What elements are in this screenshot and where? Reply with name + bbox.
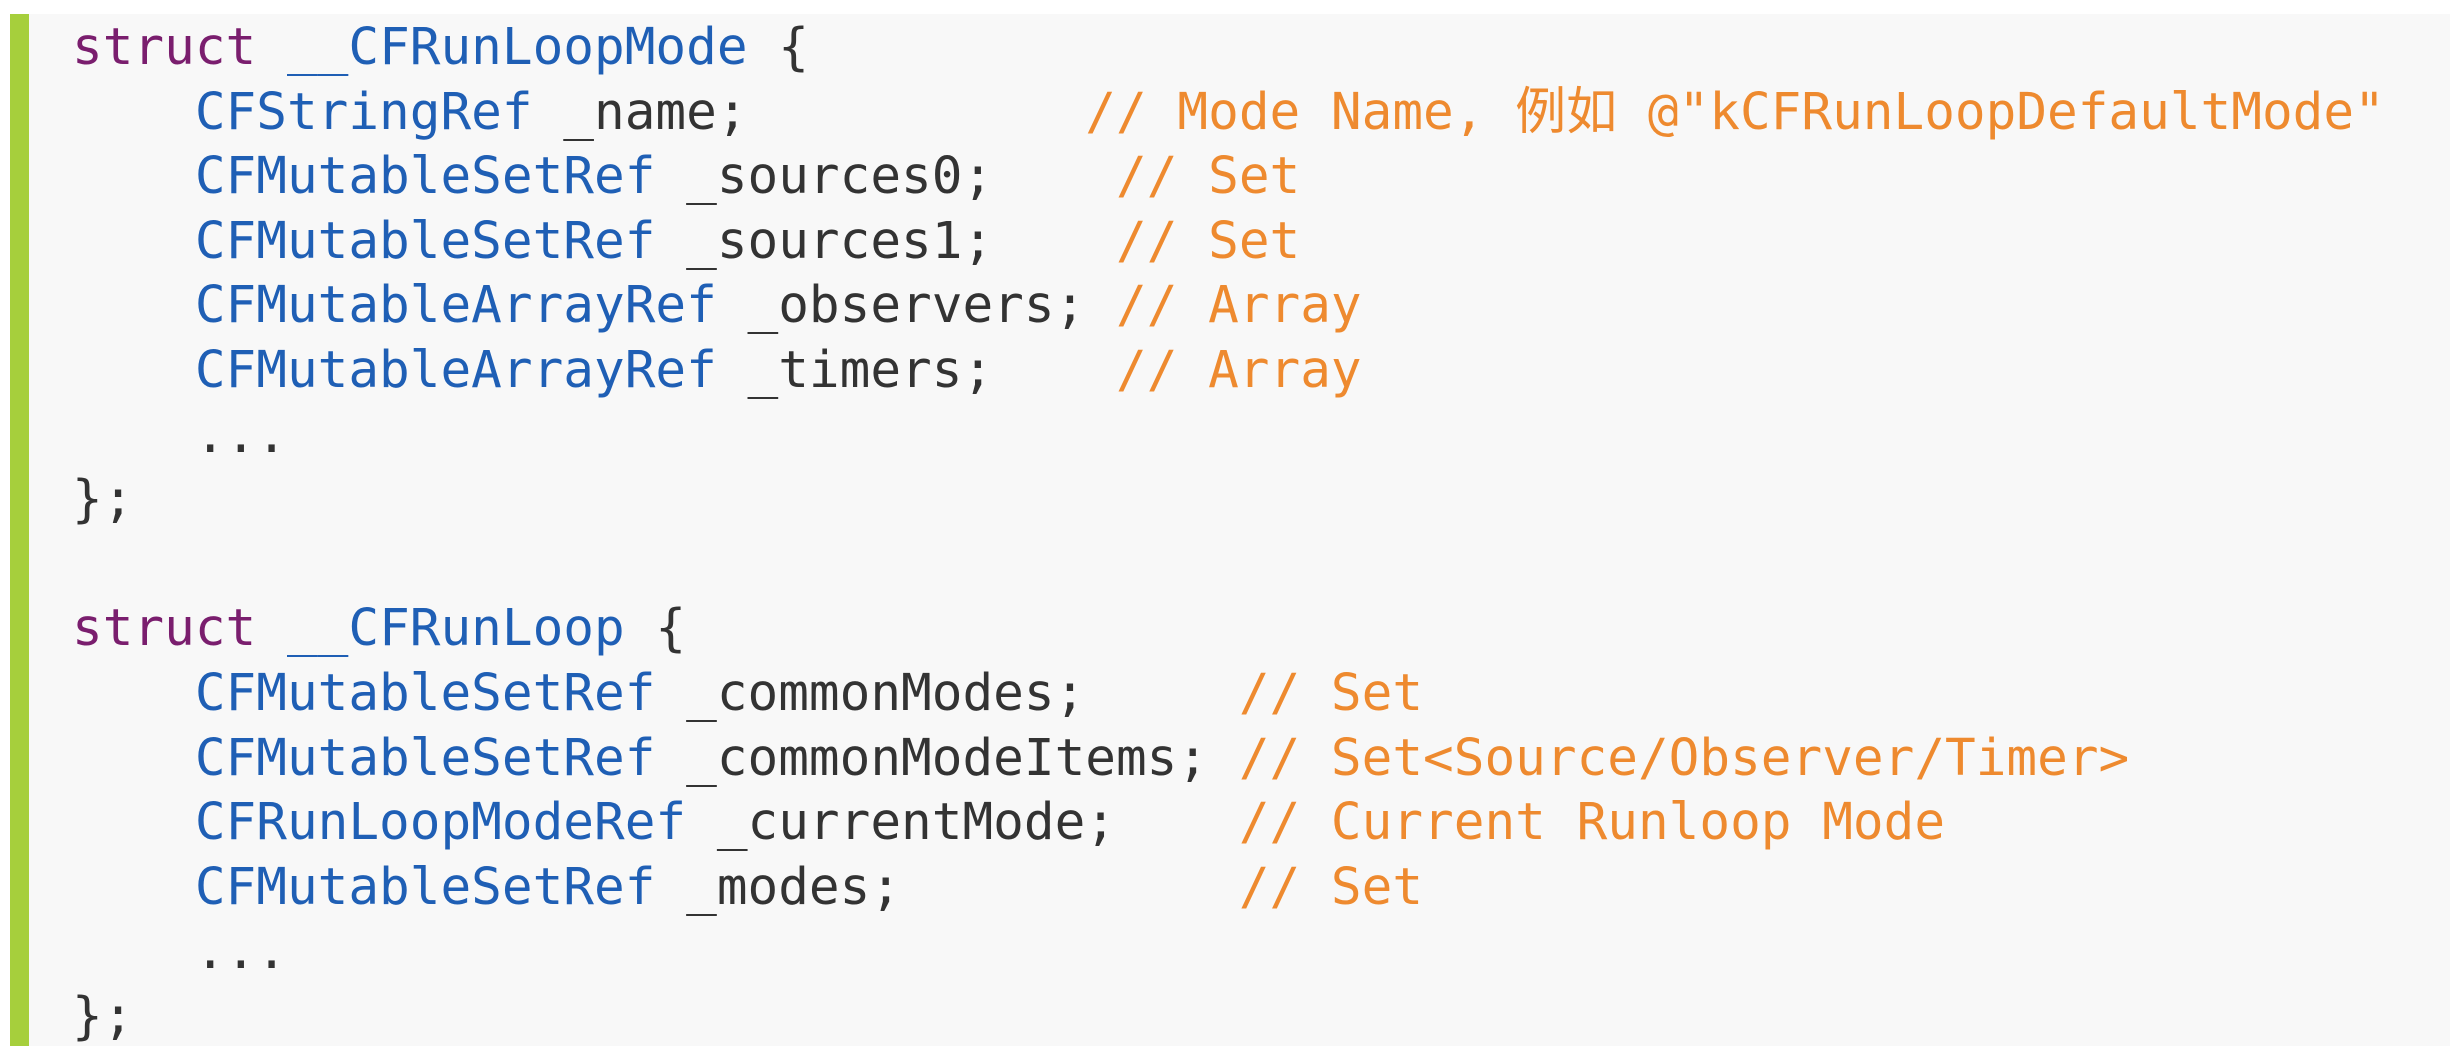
field-name: _modes; [655, 857, 902, 917]
field-name: _sources0; [655, 147, 994, 207]
field-comment: // Array [1115, 340, 1362, 400]
field-type: CFMutableSetRef [194, 728, 656, 788]
close-brace: }; [72, 986, 134, 1046]
field-name: _commonModes; [655, 663, 1086, 723]
field-name: _currentMode; [686, 793, 1116, 853]
field-name: _sources1; [655, 211, 994, 271]
struct-name: __CFRunLoopMode [286, 18, 748, 77]
field-type: CFMutableSetRef [194, 211, 656, 271]
field-comment: // Set<Source/Observer/Timer> [1238, 728, 2130, 788]
field-name: _observers; [716, 276, 1086, 336]
field-comment: // Mode Name, 例如 @"kCFRunLoopDefaultMode… [1085, 82, 2385, 142]
ellipsis: ... [194, 922, 287, 982]
field-comment: // Set [1116, 147, 1301, 207]
field-type: CFMutableSetRef [194, 857, 656, 917]
code-listing[interactable]: struct __CFRunLoopMode { CFStringRef _na… [72, 16, 2385, 1046]
ellipsis: ... [194, 405, 287, 465]
field-name: _commonModeItems; [655, 728, 1209, 788]
field-comment: // Set [1238, 857, 1424, 917]
struct-keyword: struct [72, 599, 257, 659]
open-brace: { [624, 599, 687, 659]
field-type: CFStringRef [194, 82, 533, 142]
field-comment: // Array [1116, 276, 1362, 336]
field-comment: // Current Runloop Mode [1238, 793, 1946, 853]
field-name: _timers; [716, 340, 994, 400]
field-type: CFMutableSetRef [194, 663, 656, 723]
close-brace: }; [72, 470, 134, 530]
open-brace: { [747, 18, 809, 77]
field-type: CFRunLoopModeRef [194, 793, 687, 853]
code-block: struct __CFRunLoopMode { CFStringRef _na… [10, 14, 2450, 1046]
struct-name: __CFRunLoop [286, 599, 625, 659]
field-comment: // Set [1238, 663, 1424, 723]
struct-keyword: struct [72, 18, 257, 77]
blockquote-accent-bar [10, 14, 29, 1046]
field-type: CFMutableArrayRef [194, 340, 717, 400]
field-name: _name; [532, 82, 748, 142]
field-type: CFMutableArrayRef [194, 276, 717, 336]
field-type: CFMutableSetRef [194, 147, 656, 207]
field-comment: // Set [1116, 211, 1301, 271]
